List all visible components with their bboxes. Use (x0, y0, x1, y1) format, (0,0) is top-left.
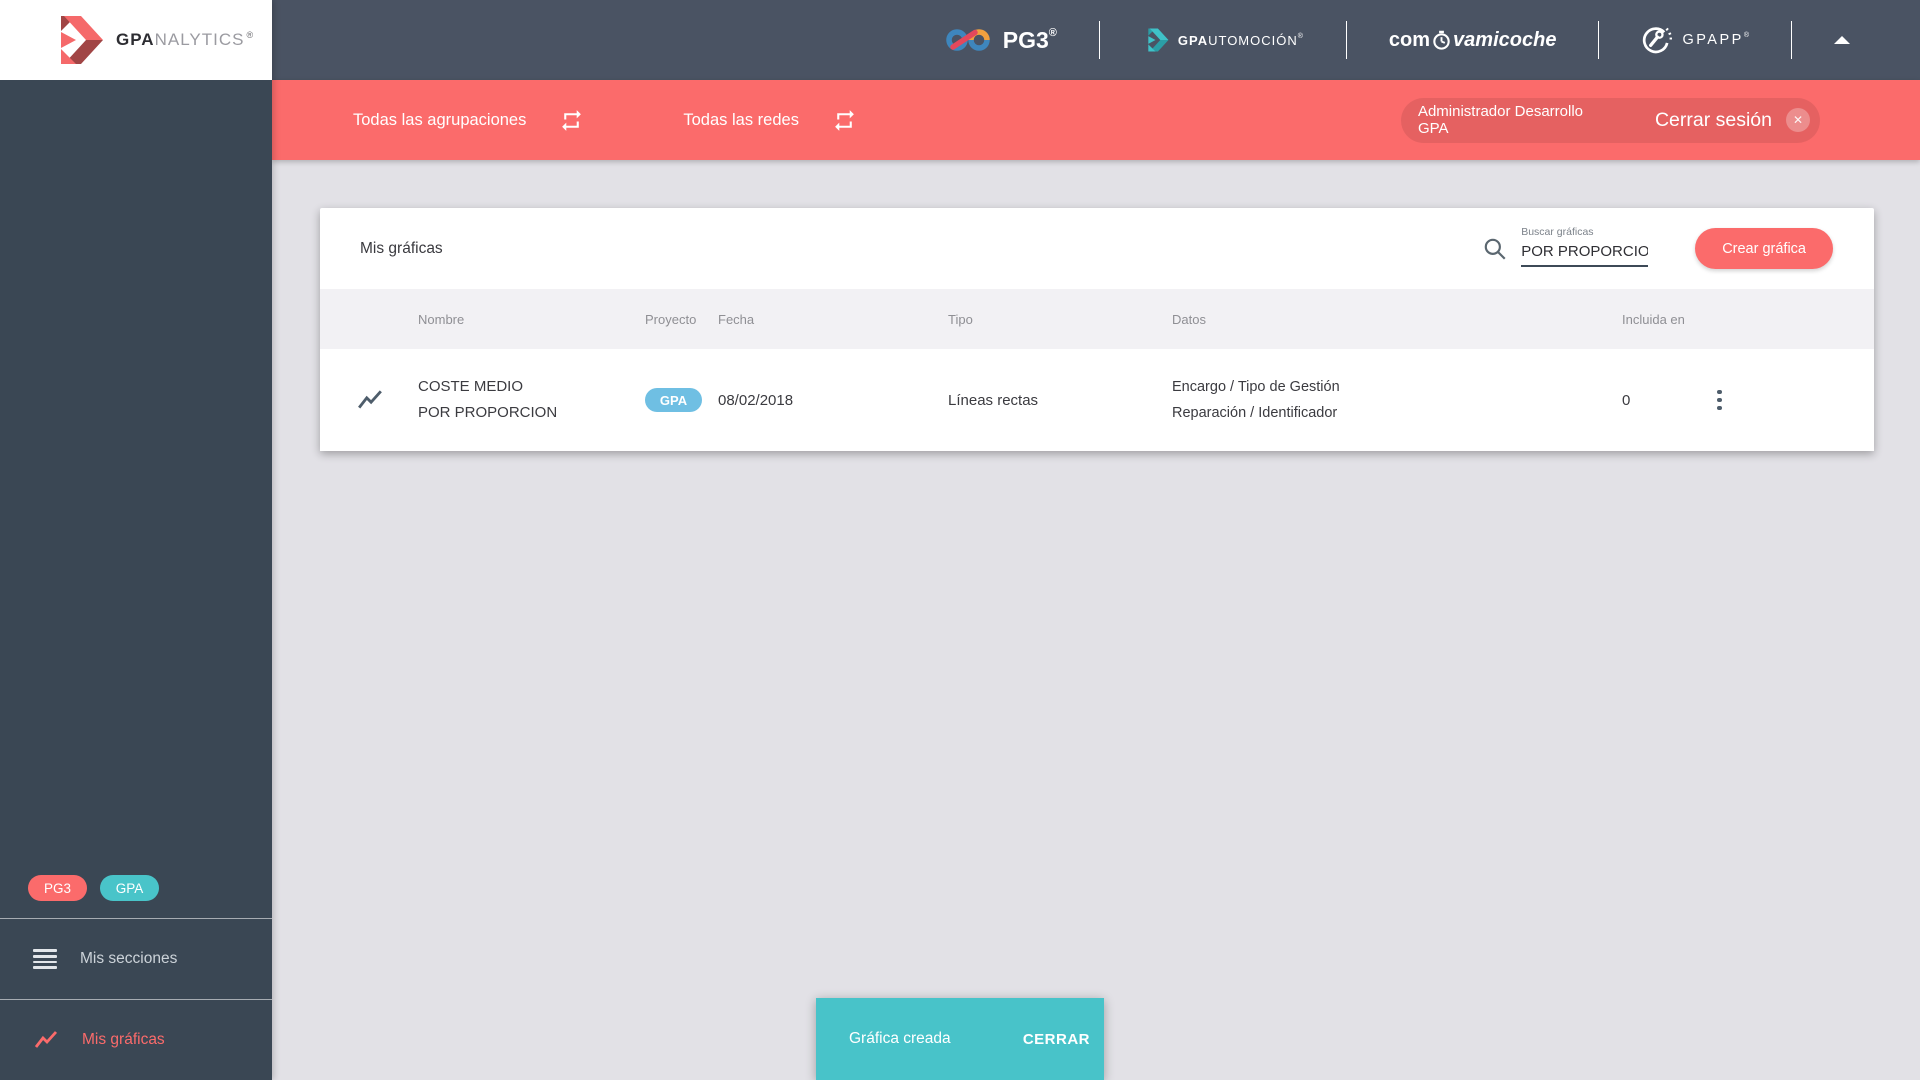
brand-text: GPANALYTICS ® (116, 30, 255, 49)
comovamicoche-logo[interactable]: com vamicoche (1389, 29, 1557, 52)
header-type: Tipo (948, 311, 973, 327)
card-header: Mis gráficas Buscar gráficas POR PROPORC… (320, 208, 1874, 289)
logout-button[interactable]: Cerrar sesión (1655, 109, 1772, 132)
swap-groupings-icon[interactable] (559, 108, 584, 133)
row-included-count: 0 (1622, 391, 1631, 409)
header-project: Proyecto (645, 311, 697, 327)
my-charts-card: Mis gráficas Buscar gráficas POR PROPORC… (320, 208, 1874, 451)
gpa-badge[interactable]: GPA (100, 875, 159, 901)
search-input-value: POR PROPORCION (1521, 242, 1649, 260)
topbar-divider (1791, 21, 1792, 59)
gpanalytics-arrow-icon (61, 16, 103, 64)
top-bar: PG3® GPAUTOMOCIÓN® com vamicoche GPAPP® (272, 0, 1920, 80)
networks-selector[interactable]: Todas las redes (683, 111, 799, 130)
search-input-label: Buscar gráficas (1521, 225, 1594, 238)
menu-icon (33, 949, 57, 969)
row-date: 08/02/2018 (718, 391, 794, 409)
swap-networks-icon[interactable] (832, 108, 857, 133)
row-menu-button[interactable] (1717, 389, 1722, 411)
sidebar-item-charts[interactable]: Mis gráficas (0, 1000, 272, 1080)
sidebar-badges: PG3 GPA (0, 875, 272, 901)
page-title: Mis gráficas (360, 239, 443, 257)
collapse-caret-icon[interactable] (1834, 36, 1850, 44)
pg3-label: PG3® (1002, 26, 1057, 53)
pg3-logo[interactable]: PG3® (945, 26, 1057, 54)
sidebar-item-label: Mis secciones (80, 950, 178, 967)
search-input-underline (1521, 264, 1649, 267)
topbar-divider (1345, 21, 1347, 59)
filter-bar: Todas las agrupaciones Todas las redes A… (272, 80, 1920, 160)
groupings-selector[interactable]: Todas las agrupaciones (353, 111, 526, 130)
row-name: COSTE MEDIO POR PROPORCION (418, 378, 558, 421)
topbar-divider (1098, 21, 1100, 59)
line-chart-icon (34, 1031, 58, 1048)
header-data: Datos (1172, 311, 1206, 327)
search-icon[interactable] (1482, 236, 1508, 262)
snackbar-message: Gráfica creada (849, 1030, 951, 1047)
row-chart-icon (320, 387, 418, 413)
project-badge: GPA (645, 388, 702, 412)
gpautomocion-label: GPAUTOMOCIÓN® (1177, 32, 1304, 48)
app-logo[interactable]: GPANALYTICS ® (0, 0, 272, 80)
snackbar: Gráfica creada CERRAR (816, 998, 1104, 1080)
table-row[interactable]: COSTE MEDIO POR PROPORCION GPA 08/02/201… (320, 349, 1874, 451)
table-header: Nombre Proyecto Fecha Tipo Datos Incluid… (320, 289, 1874, 349)
logout-x-icon[interactable]: ✕ (1786, 108, 1810, 132)
search-input[interactable]: Buscar gráficas POR PROPORCION (1521, 225, 1649, 273)
header-name: Nombre (418, 311, 465, 327)
gpapp-logo[interactable]: GPAPP® (1641, 24, 1749, 56)
row-data: Encargo / Tipo de Gestión Reparación / I… (1172, 379, 1340, 421)
header-included: Incluida en (1622, 311, 1685, 327)
search-zone: Buscar gráficas POR PROPORCION Crear grá… (1482, 225, 1833, 273)
sidebar-item-label: Mis gráficas (82, 1031, 165, 1048)
topbar-divider (1598, 21, 1600, 59)
pg3-badge[interactable]: PG3 (28, 875, 87, 901)
row-type: Líneas rectas (948, 391, 1039, 409)
gpapp-wrench-icon (1643, 27, 1673, 54)
gpautomocion-logo[interactable]: GPAUTOMOCIÓN® (1142, 28, 1304, 52)
gpapp-label: GPAPP® (1682, 32, 1749, 48)
pg3-infinity-icon (945, 29, 990, 51)
session-pill: Administrador Desarrollo GPA Cerrar sesi… (1400, 97, 1820, 143)
sidebar: GPANALYTICS ® PG3 GPA Mis secciones Mis g… (0, 0, 272, 1080)
snackbar-close-button[interactable]: CERRAR (1023, 1031, 1090, 1048)
create-chart-button[interactable]: Crear gráfica (1695, 228, 1833, 269)
sidebar-item-sections[interactable]: Mis secciones (0, 919, 272, 999)
header-date: Fecha (718, 311, 755, 327)
user-name: Administrador Desarrollo GPA (1417, 103, 1584, 137)
gpautomocion-arrow-icon (1148, 28, 1169, 52)
clock-icon (1433, 30, 1450, 50)
